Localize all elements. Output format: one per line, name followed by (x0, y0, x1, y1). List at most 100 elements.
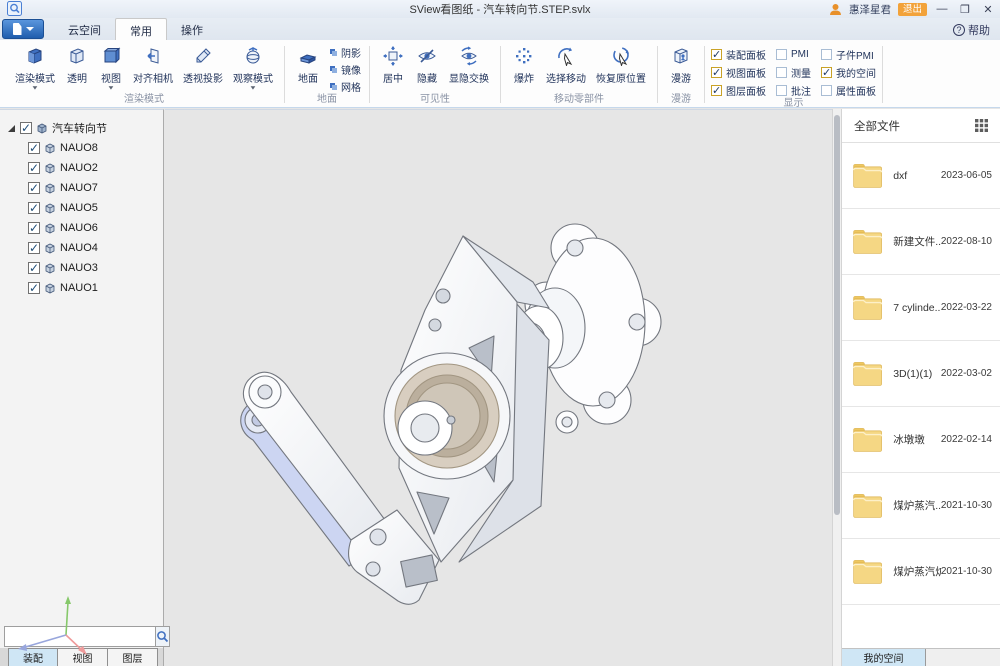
checkbox-icon (776, 49, 787, 60)
tree-node-row[interactable]: NAUO3 (8, 258, 159, 278)
file-row[interactable]: 冰墩墩 2022-02-14 (842, 407, 1000, 473)
tree-node-row[interactable]: NAUO7 (8, 178, 159, 198)
viewport-3d[interactable] (165, 109, 832, 666)
file-row[interactable]: 煤炉蒸汽炉 2021-10-30 (842, 539, 1000, 605)
shadow-toggle[interactable]: 阴影 (329, 45, 361, 60)
toggle-visibility-button[interactable]: 显隐交换 (444, 42, 494, 85)
scrollbar-thumb[interactable] (834, 115, 840, 515)
grid-view-icon[interactable] (975, 119, 988, 132)
tab-layers[interactable]: 图层 (108, 648, 158, 666)
tree-node-row[interactable]: NAUO1 (8, 278, 159, 298)
checkbox-measure[interactable]: 测量 (776, 64, 811, 80)
perspective-button[interactable]: 透视投影 (178, 42, 228, 85)
checkbox-my-space[interactable]: 我的空间 (821, 64, 876, 80)
tree-node-label: NAUO2 (60, 162, 98, 174)
checkbox-icon[interactable] (28, 162, 40, 174)
logout-button[interactable]: 退出 (898, 3, 927, 16)
restore-position-button[interactable]: 恢复原位置 (591, 42, 651, 85)
dropdown-caret: ▼ (249, 86, 257, 90)
observe-mode-button[interactable]: 观察模式 ▼ (228, 42, 278, 91)
steering-knuckle-model[interactable] (201, 210, 681, 630)
checkbox-assembly-panel[interactable]: 装配面板 (711, 46, 766, 62)
checkbox-icon[interactable] (28, 202, 40, 214)
expander-icon[interactable] (8, 125, 15, 132)
user-name[interactable]: 惠泽星君 (849, 2, 891, 17)
checkbox-view-panel[interactable]: 视图面板 (711, 64, 766, 80)
align-camera-button[interactable]: 对齐相机 (128, 42, 178, 85)
file-row[interactable]: 7 cylinde... 2022-03-22 (842, 275, 1000, 341)
tab-views[interactable]: 视图 (58, 648, 108, 666)
render-mode-button[interactable]: 渲染模式 ▼ (10, 42, 60, 91)
select-move-button[interactable]: 选择移动 (541, 42, 591, 85)
layers-icon (329, 48, 338, 57)
hide-button[interactable]: 隐藏 (410, 42, 444, 85)
tree-root-row[interactable]: 汽车转向节 (8, 118, 159, 138)
minimize-button[interactable]: — (934, 2, 950, 16)
checkbox-icon[interactable] (20, 122, 32, 134)
file-list-scrollbar[interactable] (832, 109, 842, 666)
roam-button[interactable]: 漫游 (664, 42, 698, 85)
file-row[interactable]: 煤炉蒸汽... 2021-10-30 (842, 473, 1000, 539)
checkbox-layer-panel[interactable]: 图层面板 (711, 82, 766, 98)
app-menu-button[interactable] (2, 19, 44, 39)
view-button[interactable]: 视图 ▼ (94, 42, 128, 91)
tab-operation[interactable]: 操作 (167, 18, 217, 40)
part-icon (44, 242, 56, 254)
restore-button[interactable]: ❐ (957, 2, 973, 16)
tree-node-row[interactable]: NAUO6 (8, 218, 159, 238)
tree-node-row[interactable]: NAUO8 (8, 138, 159, 158)
group-roam: 漫游 漫游 (660, 40, 702, 107)
checkbox-subpart-pmi[interactable]: 子件PMI (821, 46, 876, 62)
file-date: 2022-02-14 (941, 434, 992, 445)
search-button[interactable] (155, 626, 170, 647)
tab-assembly[interactable]: 装配 (8, 648, 58, 666)
cursor-rotate-icon (554, 44, 578, 68)
file-row[interactable]: 3D(1)(1) 2022-03-02 (842, 341, 1000, 407)
checkbox-icon[interactable] (28, 222, 40, 234)
grid-toggle[interactable]: 网格 (329, 79, 361, 94)
tree-node-label: NAUO4 (60, 242, 98, 254)
checkbox-icon[interactable] (28, 262, 40, 274)
tab-cloud-space[interactable]: 云空间 (54, 18, 115, 40)
tab-common[interactable]: 常用 (115, 18, 167, 40)
tree-node-label: NAUO6 (60, 222, 98, 234)
transparent-button[interactable]: 透明 (60, 42, 94, 85)
checkbox-icon[interactable] (28, 142, 40, 154)
checkbox-pmi[interactable]: PMI (776, 46, 811, 62)
mirror-toggle[interactable]: 镜像 (329, 62, 361, 77)
explode-button[interactable]: 爆炸 (507, 42, 541, 85)
folder-icon (852, 357, 883, 390)
question-icon: ? (953, 24, 965, 36)
help-button[interactable]: ? 帮助 (953, 22, 990, 38)
tree-node-row[interactable]: NAUO5 (8, 198, 159, 218)
checkbox-icon[interactable] (28, 242, 40, 254)
checkbox-annotation[interactable]: 批注 (776, 82, 811, 98)
group-separator (284, 46, 285, 103)
file-row[interactable]: dxf 2023-06-05 (842, 143, 1000, 209)
file-row[interactable]: 新建文件... 2022-08-10 (842, 209, 1000, 275)
tree-node-row[interactable]: NAUO4 (8, 238, 159, 258)
pencil-icon (191, 44, 215, 68)
ground-button[interactable]: 地面 (291, 42, 325, 85)
search-icon (156, 630, 169, 643)
group-separator (657, 46, 658, 103)
center-button[interactable]: 居中 (376, 42, 410, 85)
file-date: 2022-03-02 (941, 368, 992, 379)
tab-my-space[interactable]: 我的空间 (842, 649, 926, 666)
cursor-restore-icon (609, 44, 633, 68)
tree-node-row[interactable]: NAUO2 (8, 158, 159, 178)
checkbox-property-panel[interactable]: 属性面板 (821, 82, 876, 98)
eye-swap-icon (457, 44, 481, 68)
search-input[interactable] (4, 626, 155, 647)
checkbox-icon (776, 85, 787, 96)
close-button[interactable]: ✕ (980, 2, 996, 16)
file-name: dxf (893, 170, 941, 182)
file-name: 7 cylinde... (893, 302, 941, 314)
camera-align-icon (141, 44, 165, 68)
assembly-icon (36, 122, 48, 134)
dropdown-caret: ▼ (107, 86, 115, 90)
checkbox-icon[interactable] (28, 282, 40, 294)
checkbox-icon (821, 67, 832, 78)
checkbox-icon[interactable] (28, 182, 40, 194)
file-name: 3D(1)(1) (893, 368, 941, 380)
